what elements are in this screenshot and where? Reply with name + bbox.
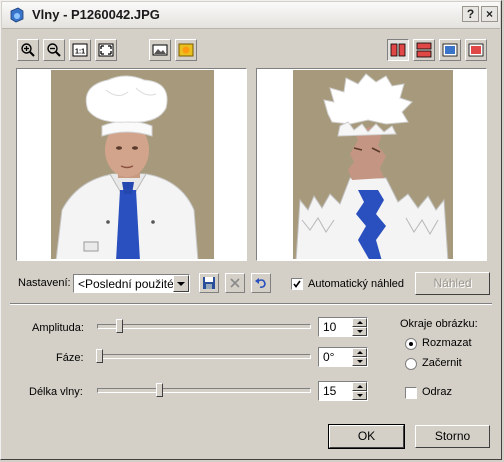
split-horizontal-button[interactable] (413, 39, 435, 61)
fit-to-window-icon (98, 43, 114, 57)
save-preset-button[interactable] (199, 273, 219, 293)
preset-value: <Poslední použité> (78, 277, 181, 291)
phase-input[interactable] (321, 349, 353, 365)
compare-original-icon (152, 44, 168, 56)
reflect-checkbox[interactable] (405, 387, 417, 399)
wavelength-up-arrow[interactable] (352, 382, 367, 391)
amplitude-spinbox[interactable] (318, 317, 368, 337)
split-vertical-icon (390, 43, 406, 57)
dialog-window: Vlny - P1260042.JPG ? × 1:1 Nastavení: <… (0, 0, 502, 460)
split-horizontal-icon (416, 42, 432, 58)
preset-label: Nastavení: (18, 277, 71, 289)
compare-original-button[interactable] (149, 39, 171, 61)
amplitude-input[interactable] (321, 319, 353, 335)
phase-label: Fáze: (56, 352, 84, 364)
auto-preview-label: Automatický náhled (308, 278, 404, 290)
single-blue-icon (442, 43, 458, 57)
actual-size-button[interactable]: 1:1 (69, 39, 91, 61)
radio-black[interactable] (405, 358, 417, 370)
edges-label: Okraje obrázku: (400, 318, 478, 330)
help-button[interactable]: ? (462, 6, 479, 22)
auto-preview-checkbox[interactable] (291, 278, 303, 290)
wavelength-input[interactable] (321, 383, 353, 399)
sun-preview-button[interactable] (175, 39, 197, 61)
single-red-button[interactable] (465, 39, 487, 61)
sun-preview-icon (178, 43, 194, 57)
amplitude-down-arrow[interactable] (352, 327, 367, 336)
split-vertical-button[interactable] (387, 39, 409, 61)
single-blue-button[interactable] (439, 39, 461, 61)
wavelength-down-arrow[interactable] (352, 391, 367, 400)
delete-preset-button[interactable] (225, 273, 245, 293)
preset-dropdown[interactable]: <Poslední použité> (73, 274, 190, 293)
undo-icon (255, 278, 266, 288)
wavelength-spinbox[interactable] (318, 381, 368, 401)
phase-down-arrow[interactable] (352, 357, 367, 366)
reset-button[interactable] (251, 273, 271, 293)
radio-blur-label: Rozmazat (422, 337, 472, 349)
floppy-disk-icon (203, 277, 215, 289)
zoom-in-button[interactable] (17, 39, 39, 61)
zoom-in-icon (21, 43, 35, 57)
phase-slider-track[interactable] (97, 354, 311, 359)
wavelength-label: Délka vlny: (29, 386, 83, 398)
svg-text:1:1: 1:1 (75, 49, 85, 56)
amplitude-up-arrow[interactable] (352, 318, 367, 327)
wavelength-slider-thumb[interactable] (156, 383, 163, 397)
phase-slider-thumb[interactable] (96, 349, 103, 363)
single-red-icon (468, 43, 484, 57)
radio-blur[interactable] (405, 338, 417, 350)
chevron-down-icon[interactable] (173, 275, 189, 292)
app-icon (10, 7, 24, 23)
actual-size-icon: 1:1 (72, 43, 88, 57)
preview-button[interactable]: Náhled (415, 272, 490, 295)
amplitude-label: Amplituda: (32, 322, 84, 334)
original-photo (18, 70, 245, 259)
radio-black-label: Začernit (422, 357, 462, 369)
close-button[interactable]: × (481, 6, 498, 22)
checkmark-icon (293, 280, 301, 288)
delete-icon (230, 278, 240, 288)
effect-photo (258, 70, 485, 259)
phase-spinbox[interactable] (318, 347, 368, 367)
ok-button[interactable]: OK (328, 424, 405, 449)
zoom-out-button[interactable] (43, 39, 65, 61)
reflect-label: Odraz (422, 386, 452, 398)
original-preview[interactable] (16, 68, 247, 261)
window-title: Vlny - P1260042.JPG (32, 7, 160, 22)
zoom-out-icon (47, 43, 61, 57)
wavelength-slider-track[interactable] (97, 388, 311, 393)
separator (10, 303, 492, 305)
title-bar[interactable]: Vlny - P1260042.JPG ? × (2, 2, 500, 29)
cancel-button[interactable]: Storno (415, 425, 490, 448)
amplitude-slider-track[interactable] (97, 324, 311, 329)
amplitude-slider-thumb[interactable] (116, 319, 123, 333)
phase-up-arrow[interactable] (352, 348, 367, 357)
fit-to-window-button[interactable] (95, 39, 117, 61)
effect-preview[interactable] (256, 68, 487, 261)
